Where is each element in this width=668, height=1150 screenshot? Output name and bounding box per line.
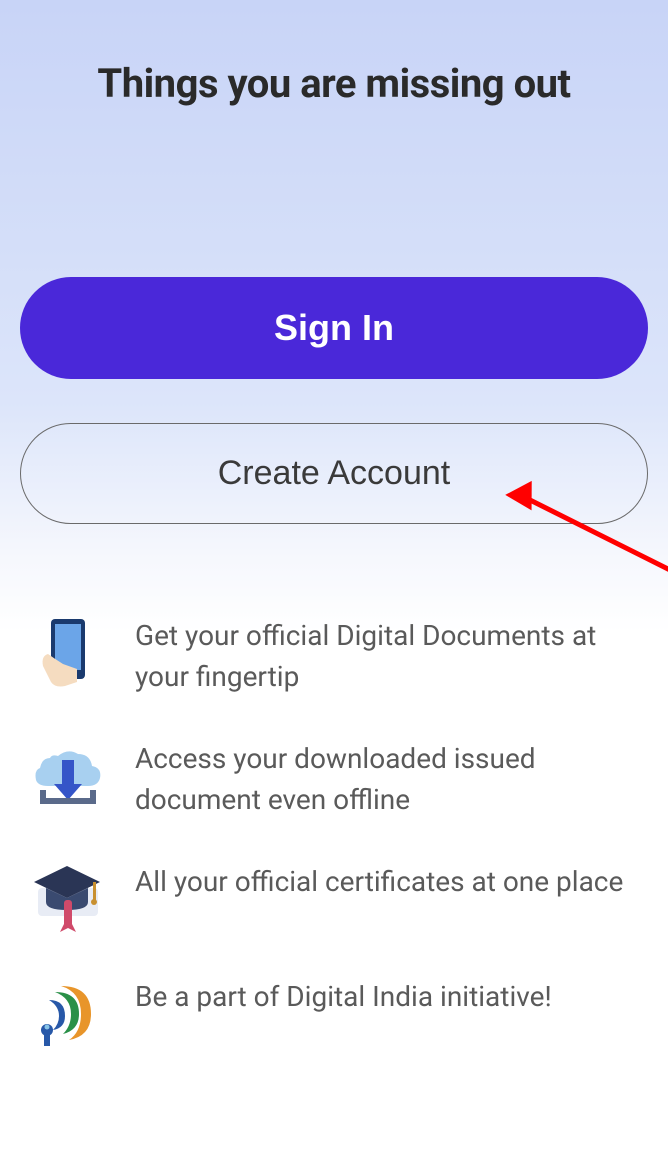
feature-item: Get your official Digital Documents at y… [30,614,638,697]
feature-item: All your official certificates at one pl… [30,860,638,935]
feature-text: Access your downloaded issued document e… [135,737,638,820]
phone-hand-icon [30,614,105,689]
create-account-button[interactable]: Create Account [20,423,648,524]
cloud-download-icon [30,737,105,812]
page-title: Things you are missing out [20,60,648,107]
sign-in-button[interactable]: Sign In [20,277,648,379]
feature-text: Get your official Digital Documents at y… [135,614,638,697]
feature-text: All your official certificates at one pl… [135,860,623,903]
digital-india-icon [30,975,105,1050]
graduation-cap-icon [30,860,105,935]
features-list: Get your official Digital Documents at y… [20,614,648,1050]
onboarding-screen: Things you are missing out Sign In Creat… [0,0,668,1050]
feature-item: Access your downloaded issued document e… [30,737,638,820]
feature-text: Be a part of Digital India initiative! [135,975,552,1018]
feature-item: Be a part of Digital India initiative! [30,975,638,1050]
